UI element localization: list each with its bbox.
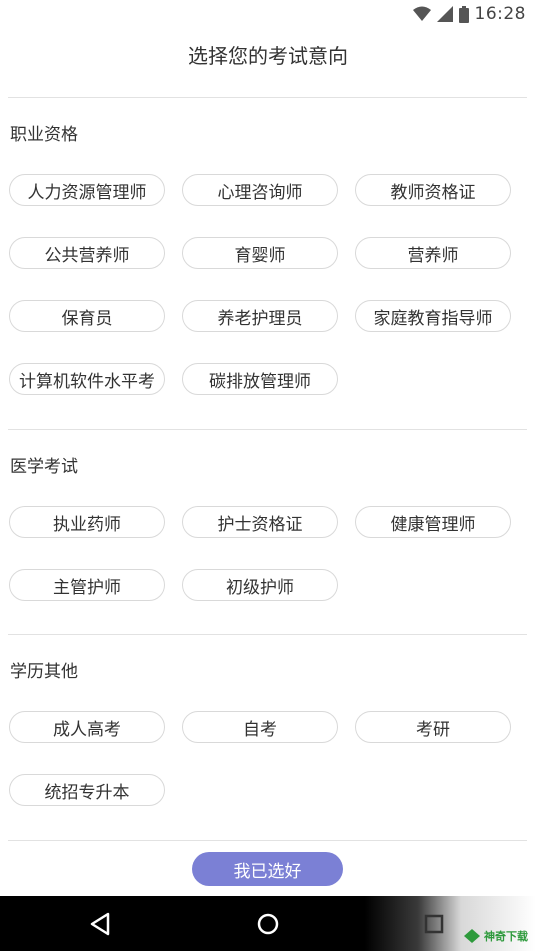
chip-option[interactable]: 心理咨询师 [182,174,338,206]
wifi-icon [412,6,431,21]
status-bar: 16:28 [0,0,536,28]
chip-option[interactable]: 自考 [182,711,338,743]
section-title-medical: 医学考试 [10,457,78,477]
home-icon[interactable] [255,906,281,942]
chip-option[interactable]: 公共营养师 [9,237,165,269]
chip-option[interactable]: 初级护师 [182,569,338,601]
watermark-logo-icon [464,929,480,943]
chip-option[interactable]: 主管护师 [9,569,165,601]
divider [8,634,527,635]
recents-icon[interactable] [423,906,445,942]
chip-option[interactable]: 护士资格证 [182,506,338,538]
watermark-text: 神奇下载 [484,930,528,943]
divider [8,97,527,98]
status-time: 16:28 [474,4,526,24]
chip-option[interactable]: 考研 [355,711,511,743]
section-title-professional: 职业资格 [10,125,78,145]
section-title-education: 学历其他 [10,662,78,682]
confirm-button[interactable]: 我已选好 [192,852,343,886]
chip-option[interactable]: 家庭教育指导师 [355,300,511,332]
battery-icon [458,5,469,23]
divider [8,840,527,841]
signal-icon [436,6,453,22]
chip-option[interactable]: 执业药师 [9,506,165,538]
navigation-bar [0,896,536,951]
chip-option[interactable]: 保育员 [9,300,165,332]
chip-option[interactable]: 健康管理师 [355,506,511,538]
chip-option[interactable]: 统招专升本 [9,774,165,806]
chip-option[interactable]: 成人高考 [9,711,165,743]
chip-option[interactable]: 育婴师 [182,237,338,269]
divider [8,429,527,430]
watermark: 神奇下载 [464,928,528,944]
chip-option[interactable]: 教师资格证 [355,174,511,206]
chip-option[interactable]: 养老护理员 [182,300,338,332]
back-icon[interactable] [88,906,112,942]
chip-option[interactable]: 人力资源管理师 [9,174,165,206]
chip-option[interactable]: 营养师 [355,237,511,269]
chip-option[interactable]: 碳排放管理师 [182,363,338,395]
chip-option[interactable]: 计算机软件水平考 [9,363,165,395]
page-title: 选择您的考试意向 [188,44,348,68]
status-icons: 16:28 [412,4,527,24]
